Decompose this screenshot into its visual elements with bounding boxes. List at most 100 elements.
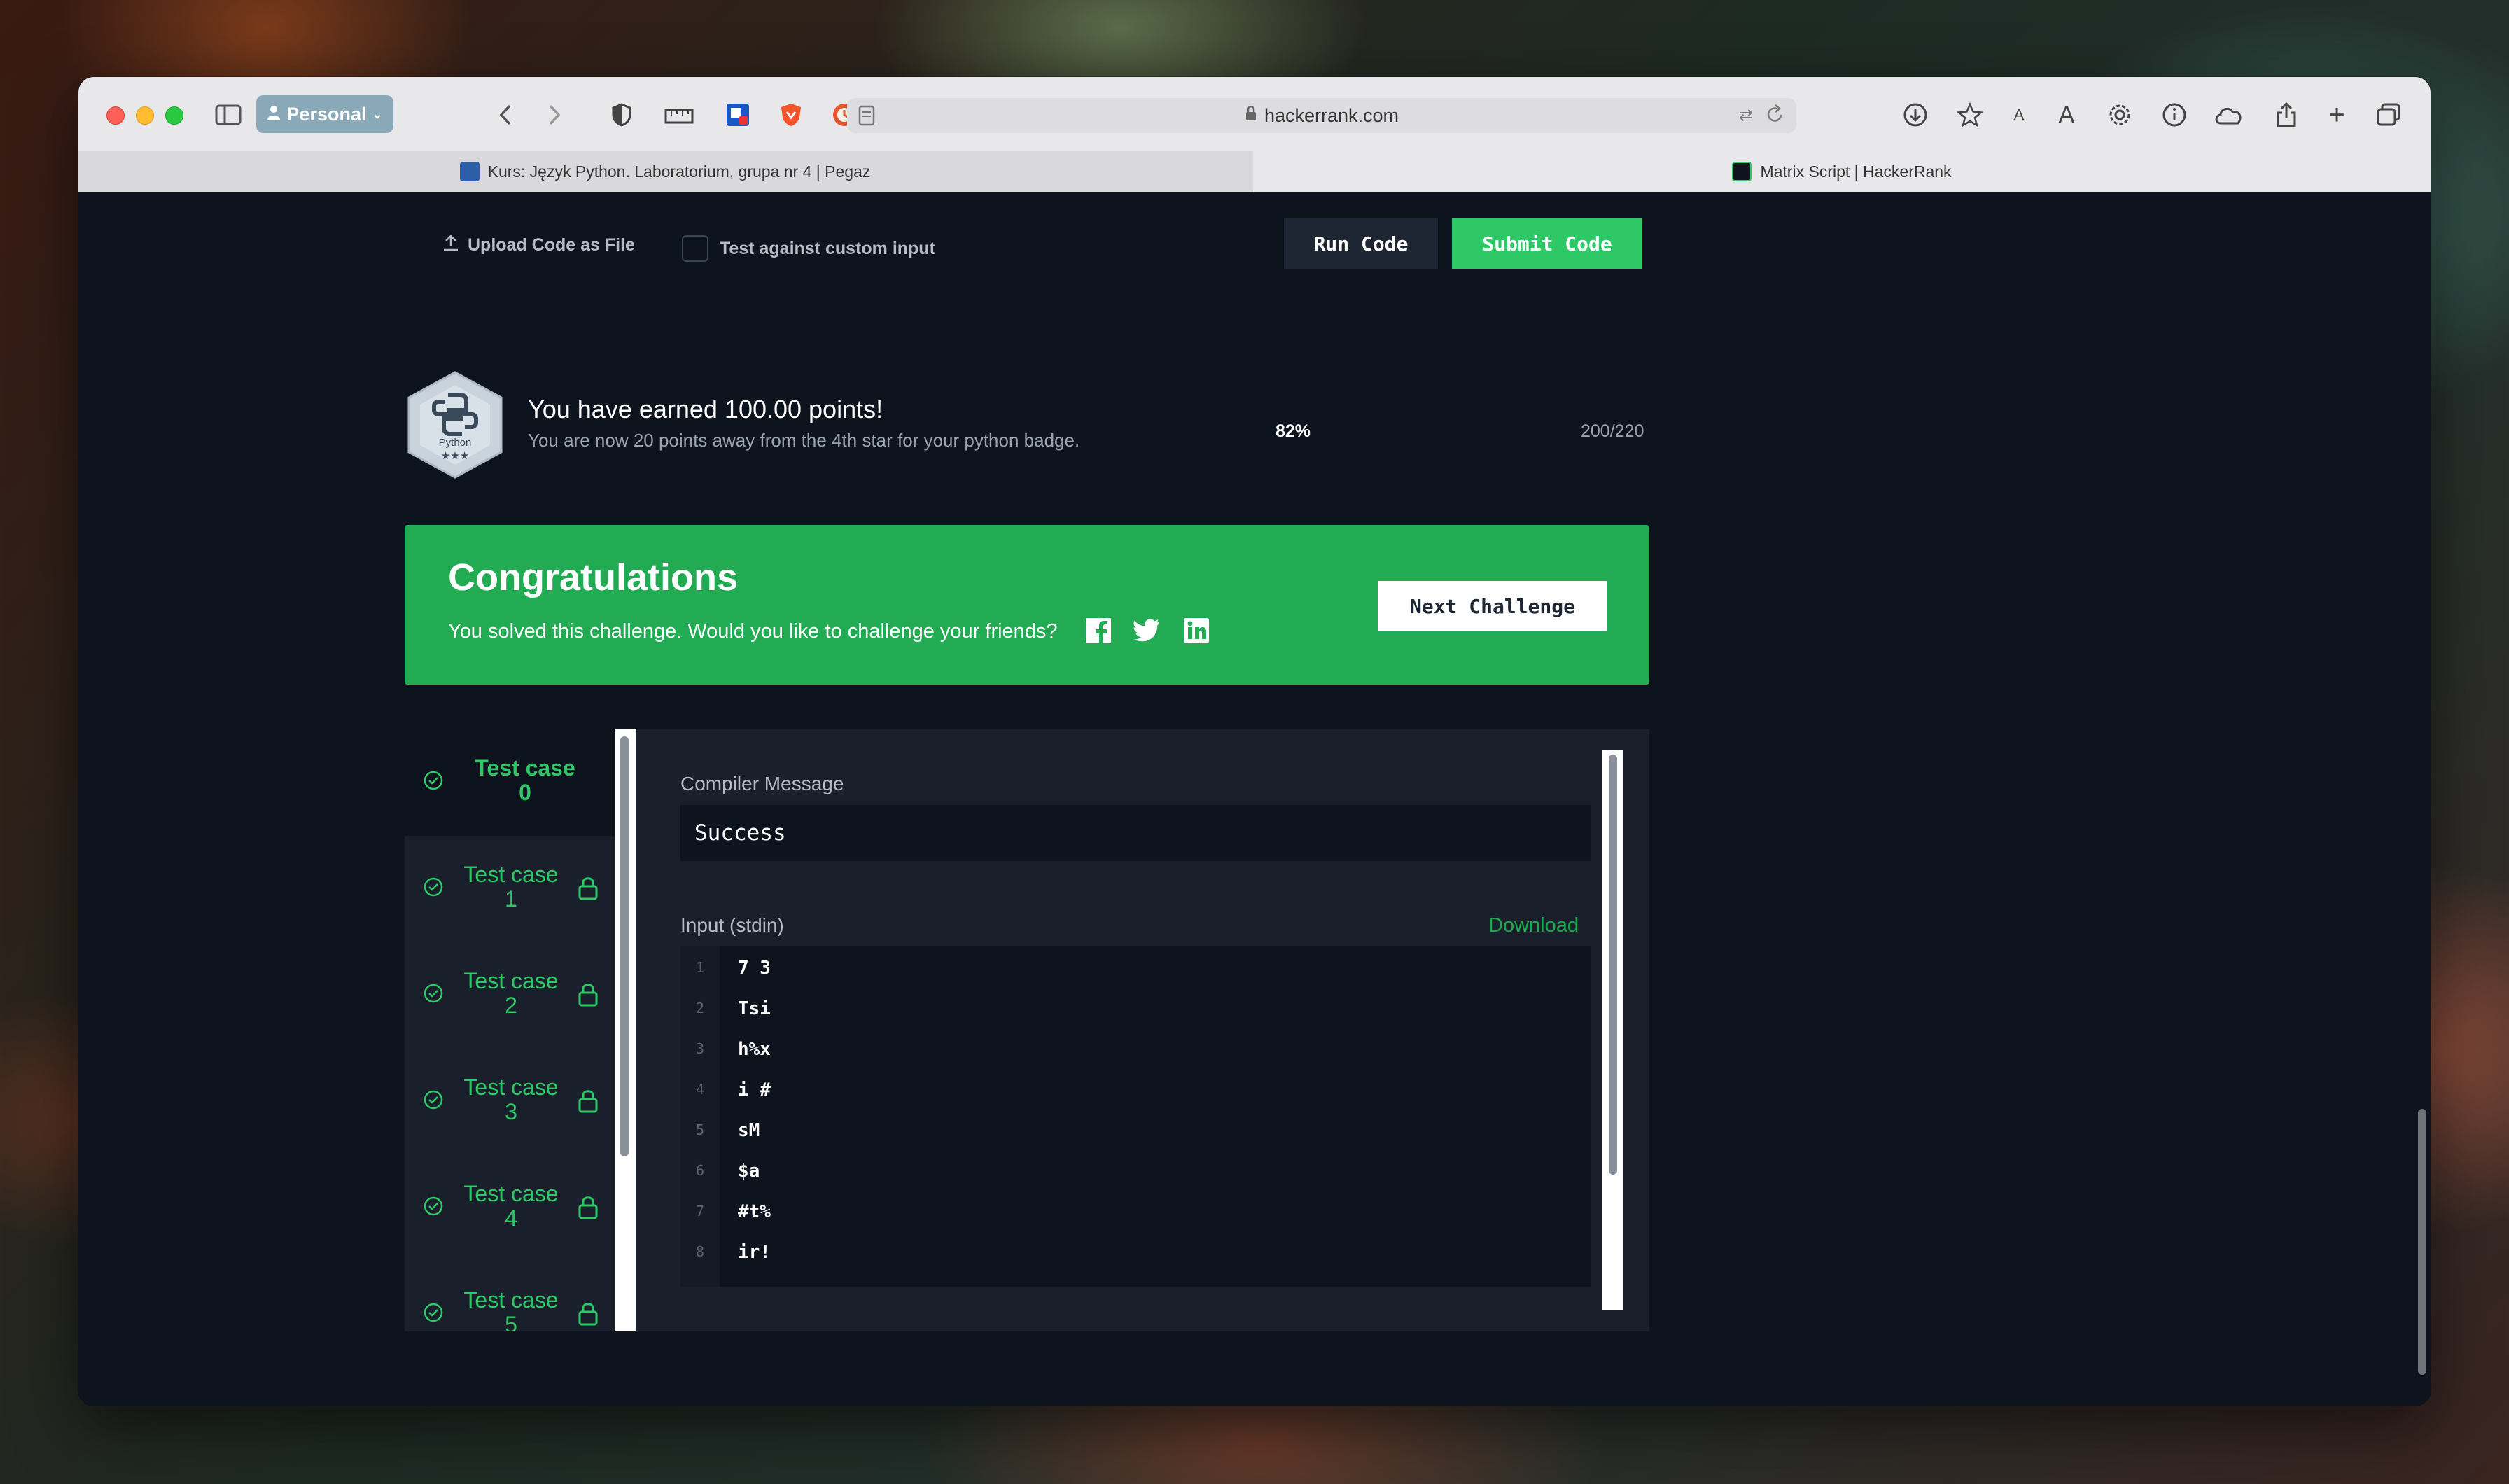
text-smaller-icon[interactable]: A (2002, 98, 2036, 132)
run-code-button[interactable]: Run Code (1284, 218, 1438, 269)
tab-hackerrank[interactable]: Matrix Script | HackerRank (1253, 151, 2431, 192)
tab-pegaz[interactable]: Kurs: Język Python. Laboratorium, grupa … (78, 151, 1252, 192)
detail-scrollbar-thumb[interactable] (1609, 755, 1617, 1175)
reader-icon[interactable] (858, 105, 875, 131)
next-challenge-button[interactable]: Next Challenge (1378, 581, 1607, 631)
linkedin-icon[interactable] (1182, 616, 1211, 645)
submit-code-button[interactable]: Submit Code (1452, 218, 1642, 269)
page-scrollbar-thumb[interactable] (2418, 1109, 2426, 1375)
lock-icon (1245, 105, 1257, 127)
check-circle-icon (423, 1196, 444, 1217)
code-line: 17 3 (695, 958, 771, 979)
translate-extension-icon[interactable] (721, 98, 755, 132)
person-icon (267, 104, 281, 125)
tab-title: Kurs: Język Python. Laboratorium, grupa … (487, 162, 871, 181)
code-line: 5 sM (695, 1120, 760, 1141)
python-badge: Python ★★★ (405, 370, 505, 480)
upload-icon (442, 234, 459, 257)
compiler-message-output: Success (680, 805, 1591, 861)
bookmark-star-icon[interactable] (1953, 98, 1987, 132)
input-stdin-viewer: 17 3 2 Tsi 3 h%x 4i # 5 sM 6 $a 7 #t% 8 ir! (680, 946, 1591, 1287)
test-case-3[interactable]: Test case 3 (405, 1049, 616, 1155)
download-input-link[interactable]: Download (1488, 914, 1579, 937)
check-circle-icon (423, 876, 444, 897)
tab-title: Matrix Script | HackerRank (1760, 162, 1952, 181)
code-line: 4i # (695, 1079, 771, 1100)
browser-window: Personal ⌄ hackerrank.com ⇄ A A + Kurs: … (78, 77, 2431, 1406)
check-circle-icon (423, 1089, 444, 1110)
congratulations-message: You solved this challenge. Would you lik… (448, 620, 1058, 643)
code-line: 6 $a (695, 1161, 760, 1182)
test-case-5[interactable]: Test case 5 (405, 1261, 616, 1331)
lock-icon (577, 981, 599, 1007)
test-results-panel: Test case 0 Test case 1 Test case 2 Test… (405, 729, 1649, 1331)
hackerrank-favicon-icon (1732, 162, 1752, 181)
input-stdin-label: Input (stdin) (680, 914, 784, 936)
download-icon[interactable] (1899, 98, 1932, 132)
translate-page-icon[interactable]: ⇄ (1739, 105, 1753, 125)
hackerrank-page: Upload Code as File Test against custom … (78, 192, 2431, 1406)
cloud-icon[interactable] (2212, 98, 2246, 132)
sidebar-toggle-icon[interactable] (211, 98, 245, 132)
code-line: 7 #t% (695, 1201, 771, 1222)
test-case-1[interactable]: Test case 1 (405, 836, 616, 942)
lock-icon (577, 1088, 599, 1113)
lock-icon (577, 1301, 599, 1326)
lock-icon (577, 875, 599, 900)
shield-icon[interactable] (605, 98, 638, 132)
badge-progress-fraction: 200/220 (1581, 421, 1644, 441)
badge-label: Python (438, 437, 472, 449)
code-line: 8 ir! (695, 1242, 771, 1263)
address-bar[interactable]: hackerrank.com ⇄ (847, 98, 1796, 133)
twitter-icon[interactable] (1133, 616, 1162, 645)
check-circle-icon (423, 770, 444, 791)
test-case-label: Test case 0 (475, 755, 575, 805)
code-line: 2 Tsi (695, 998, 771, 1019)
browser-toolbar: Personal ⌄ hackerrank.com ⇄ A A + (78, 77, 2431, 152)
test-case-4[interactable]: Test case 4 (405, 1155, 616, 1261)
tab-bar: Kurs: Język Python. Laboratorium, grupa … (78, 151, 2431, 192)
test-case-label: Test case 1 (463, 862, 559, 911)
back-icon[interactable] (489, 98, 522, 132)
chevron-down-icon: ⌄ (372, 106, 383, 121)
test-case-label: Test case 5 (463, 1287, 559, 1332)
forward-icon[interactable] (538, 98, 571, 132)
tab-overview-icon[interactable] (2372, 98, 2405, 132)
badge-stars: ★★★ (440, 449, 470, 462)
info-icon[interactable] (2158, 98, 2191, 132)
lock-icon (577, 1194, 599, 1219)
points-earned-subtitle: You are now 20 points away from the 4th … (528, 430, 1080, 451)
test-case-label: Test case 2 (463, 968, 559, 1018)
share-icon[interactable] (2270, 98, 2303, 132)
url-text: hackerrank.com (1264, 104, 1399, 126)
reload-icon[interactable] (1766, 104, 1784, 130)
new-tab-plus-icon[interactable]: + (2320, 98, 2354, 132)
facebook-icon[interactable] (1084, 616, 1113, 645)
badge-progress-percent: 82% (1276, 421, 1311, 441)
test-case-label: Test case 4 (463, 1181, 559, 1231)
close-window-button[interactable] (106, 106, 125, 125)
test-case-scrollbar-thumb[interactable] (620, 736, 629, 1156)
test-case-detail: Compiler Message Success Input (stdin) D… (636, 729, 1649, 1331)
test-case-0[interactable]: Test case 0 (405, 729, 616, 836)
compiler-message-label: Compiler Message (680, 773, 844, 794)
text-larger-icon[interactable]: A (2050, 98, 2083, 132)
minimize-window-button[interactable] (136, 106, 154, 125)
upload-label: Upload Code as File (468, 235, 635, 255)
pegaz-favicon-icon (459, 162, 480, 181)
gear-icon[interactable] (2103, 98, 2137, 132)
zoom-window-button[interactable] (165, 106, 183, 125)
congratulations-banner: Congratulations You solved this challeng… (405, 525, 1649, 685)
check-circle-icon (423, 983, 444, 1004)
test-case-label: Test case 3 (463, 1074, 559, 1124)
test-case-2[interactable]: Test case 2 (405, 942, 616, 1049)
test-case-list: Test case 0 Test case 1 Test case 2 Test… (405, 729, 616, 1331)
upload-code-button[interactable]: Upload Code as File (442, 234, 635, 257)
profile-button[interactable]: Personal ⌄ (256, 95, 393, 133)
custom-input-checkbox[interactable] (682, 235, 708, 262)
ruler-extension-icon[interactable] (662, 98, 696, 132)
congratulations-heading: Congratulations (448, 556, 738, 598)
adblock-shield-icon[interactable] (774, 98, 808, 132)
custom-input-toggle[interactable]: Test against custom input (682, 235, 935, 262)
custom-input-label: Test against custom input (720, 238, 935, 258)
